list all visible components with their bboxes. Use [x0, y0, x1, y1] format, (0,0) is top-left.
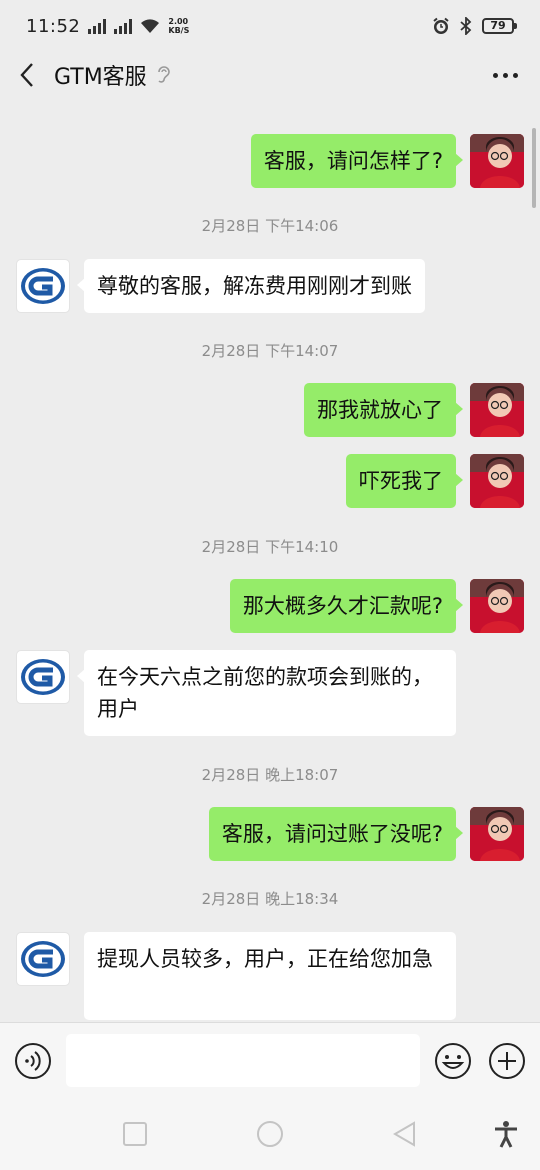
service-avatar[interactable]: [16, 259, 70, 313]
message-bubble-received[interactable]: 尊敬的客服，解冻费用刚刚才到账: [77, 259, 425, 313]
earpiece-icon: [157, 66, 170, 83]
message-bubble-received[interactable]: 提现人员较多，用户，正在给您加急: [84, 932, 456, 1020]
user-avatar[interactable]: [470, 134, 524, 188]
user-avatar-image: [470, 454, 524, 508]
timestamp: 2月28日 晚上18:07: [201, 766, 339, 784]
system-nav-bar: [0, 1098, 540, 1170]
user-avatar[interactable]: [470, 383, 524, 437]
timestamp: 2月28日 下午14:10: [201, 538, 339, 556]
chat-header: GTM客服: [0, 52, 540, 98]
message-bubble-sent[interactable]: 那大概多久才汇款呢?: [229, 579, 464, 633]
user-avatar[interactable]: [470, 579, 524, 633]
user-avatar[interactable]: [470, 454, 524, 508]
recent-apps-icon[interactable]: [121, 1120, 149, 1148]
status-time: 11:52: [26, 15, 81, 37]
service-avatar[interactable]: [16, 932, 70, 986]
user-avatar-image: [470, 807, 524, 861]
chat-title: GTM客服: [54, 65, 147, 90]
wifi-icon: [141, 19, 160, 33]
more-button[interactable]: [493, 72, 518, 78]
home-icon[interactable]: [256, 1120, 284, 1148]
service-logo-icon: [21, 941, 65, 977]
status-bar: 11:52 2.00 KB/S 79: [0, 0, 540, 52]
more-icon: [493, 72, 498, 78]
network-speed-unit: KB/S: [168, 26, 190, 35]
chat-scrollbar[interactable]: [532, 128, 536, 208]
message-bubble-sent[interactable]: 客服，请问过账了没呢?: [208, 807, 464, 861]
accessibility-icon[interactable]: [492, 1120, 520, 1148]
user-avatar-image: [470, 383, 524, 437]
service-logo-icon: [21, 659, 65, 695]
service-avatar[interactable]: [16, 650, 70, 704]
network-speed: 2.00 KB/S: [168, 17, 189, 35]
message-input[interactable]: [66, 1034, 420, 1087]
plus-icon[interactable]: [488, 1042, 526, 1080]
alarm-icon: [433, 17, 449, 34]
timestamp: 2月28日 晚上18:34: [201, 890, 339, 908]
message-bubble-received[interactable]: 在今天六点之前您的款项会到账的，用户: [77, 650, 456, 736]
user-avatar[interactable]: [470, 807, 524, 861]
input-bar: [0, 1022, 540, 1098]
user-avatar-image: [470, 134, 524, 188]
network-speed-value: 2.00: [168, 17, 189, 26]
timestamp: 2月28日 下午14:07: [201, 342, 339, 360]
battery-icon: 79: [482, 18, 517, 34]
message-bubble-sent[interactable]: 客服，请问怎样了?: [250, 134, 464, 188]
back-nav-icon[interactable]: [391, 1120, 419, 1148]
bluetooth-icon: [460, 17, 472, 35]
emoji-icon[interactable]: [434, 1042, 472, 1080]
back-button[interactable]: [2, 52, 52, 98]
message-bubble-sent[interactable]: 吓死我了: [346, 454, 463, 508]
user-avatar-image: [470, 579, 524, 633]
signal-icon: [88, 18, 107, 34]
message-bubble-sent[interactable]: 那我就放心了: [304, 383, 463, 437]
service-logo-icon: [21, 268, 65, 304]
signal-icon-2: [114, 18, 133, 34]
voice-icon[interactable]: [14, 1042, 52, 1080]
back-arrow-icon: [20, 63, 33, 87]
timestamp: 2月28日 下午14:06: [201, 217, 339, 235]
